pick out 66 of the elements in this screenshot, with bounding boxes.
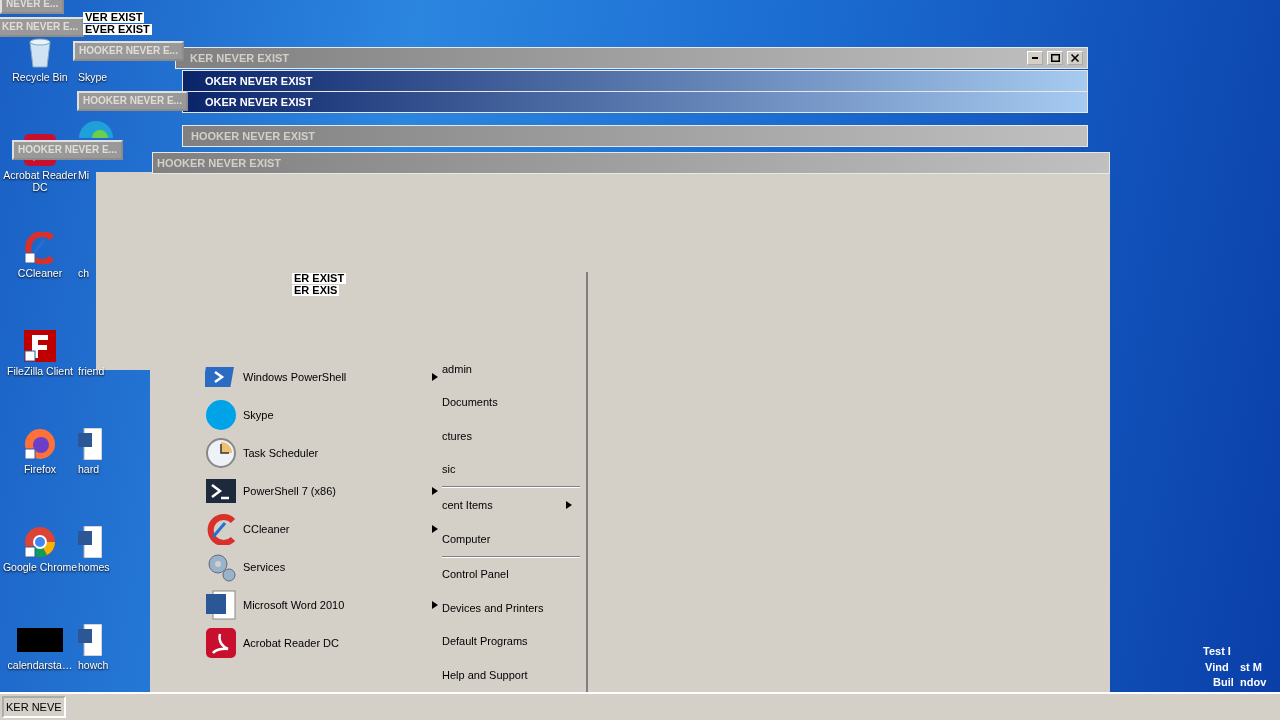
menu-item[interactable]: admin — [442, 352, 586, 386]
window-title: OKER NEVER EXIST — [205, 73, 313, 89]
icon-label: Skype — [78, 71, 108, 83]
menu-item[interactable]: sic — [442, 452, 586, 487]
watermark-text: Test I — [1203, 644, 1231, 659]
menu-item[interactable]: Services — [186, 548, 442, 586]
icon-label: Mi — [78, 169, 90, 181]
pdf-icon — [205, 627, 237, 659]
window-title: KER NEVER EXIST — [190, 50, 290, 66]
title-fragment: VER EXIST — [83, 12, 145, 23]
menu-item[interactable]: Skype — [186, 396, 442, 434]
icon-label: FileZilla Client — [6, 365, 74, 377]
gears-icon — [205, 551, 237, 583]
word-document-icon[interactable] — [78, 526, 102, 558]
menu-item[interactable]: Help and Support — [442, 658, 586, 692]
ccleaner-icon[interactable] — [24, 232, 56, 264]
word-document-icon[interactable] — [78, 428, 102, 460]
icon-label: ch — [78, 267, 90, 279]
filezilla-icon[interactable] — [24, 330, 56, 362]
taskbar-button[interactable]: KER NEVE — [2, 696, 66, 718]
icon-label: Acrobat Reader DC — [2, 169, 78, 193]
close-icon — [1071, 54, 1079, 62]
menu-item[interactable]: Acrobat Reader DC — [186, 624, 442, 662]
menu-item[interactable]: CCleaner — [186, 510, 442, 548]
menu-item[interactable]: Microsoft Word 2010 — [186, 586, 442, 624]
icon-label: Recycle Bin — [11, 71, 69, 83]
title-fragment: ER EXIST — [292, 273, 347, 284]
firefox-icon[interactable] — [24, 428, 56, 460]
menu-item[interactable]: Control Panel — [442, 557, 586, 592]
close-button[interactable] — [1067, 51, 1083, 65]
watermark-text: st M — [1240, 660, 1262, 675]
maximize-button[interactable] — [1047, 51, 1063, 65]
title-fragment: EVER EXIST — [83, 24, 152, 35]
maximize-icon — [1050, 54, 1060, 62]
watermark-text: ndov — [1240, 675, 1267, 690]
title-fragment: ER EXIS — [292, 285, 340, 296]
icon-label: calendarsta… — [6, 659, 74, 671]
icon-label: Firefox — [22, 463, 58, 475]
menu-item[interactable]: Computer — [442, 521, 586, 556]
thumbnail-icon[interactable] — [17, 628, 63, 652]
icon-label: Google Chrome — [2, 561, 78, 573]
icon-label: CCleaner — [16, 267, 64, 279]
menu-item[interactable]: Documents — [442, 385, 586, 420]
skype-icon — [205, 399, 237, 431]
watermark-text: Vind — [1205, 660, 1229, 675]
menu-item[interactable]: cent Items — [442, 488, 586, 522]
menu-item[interactable]: ctures — [442, 419, 586, 453]
watermark-text: Buil — [1213, 675, 1234, 690]
menu-item[interactable]: Default Programs — [442, 624, 586, 659]
minimize-button[interactable] — [1027, 51, 1043, 65]
icon-label: hard — [78, 463, 99, 475]
menu-item[interactable]: Windows PowerShell — [186, 358, 442, 396]
window-title: HOOKER NEVER EXIST — [191, 128, 316, 144]
word-document-icon[interactable] — [78, 624, 102, 656]
word-icon — [205, 589, 237, 621]
icon-label: howch — [78, 659, 109, 671]
menu-item[interactable]: Task Scheduler — [186, 434, 442, 472]
menu-item[interactable]: PowerShell 7 (x86) — [186, 472, 442, 510]
window-title: HOOKER NEVER EXIST — [157, 155, 282, 171]
chrome-icon[interactable] — [24, 526, 56, 558]
clock-icon — [205, 437, 237, 469]
ccleaner-icon — [205, 513, 237, 545]
menu-item[interactable]: Devices and Printers — [442, 591, 586, 625]
window-title: OKER NEVER EXIST — [205, 94, 313, 110]
icon-label: homes — [78, 561, 110, 573]
minimize-icon — [1032, 57, 1038, 59]
